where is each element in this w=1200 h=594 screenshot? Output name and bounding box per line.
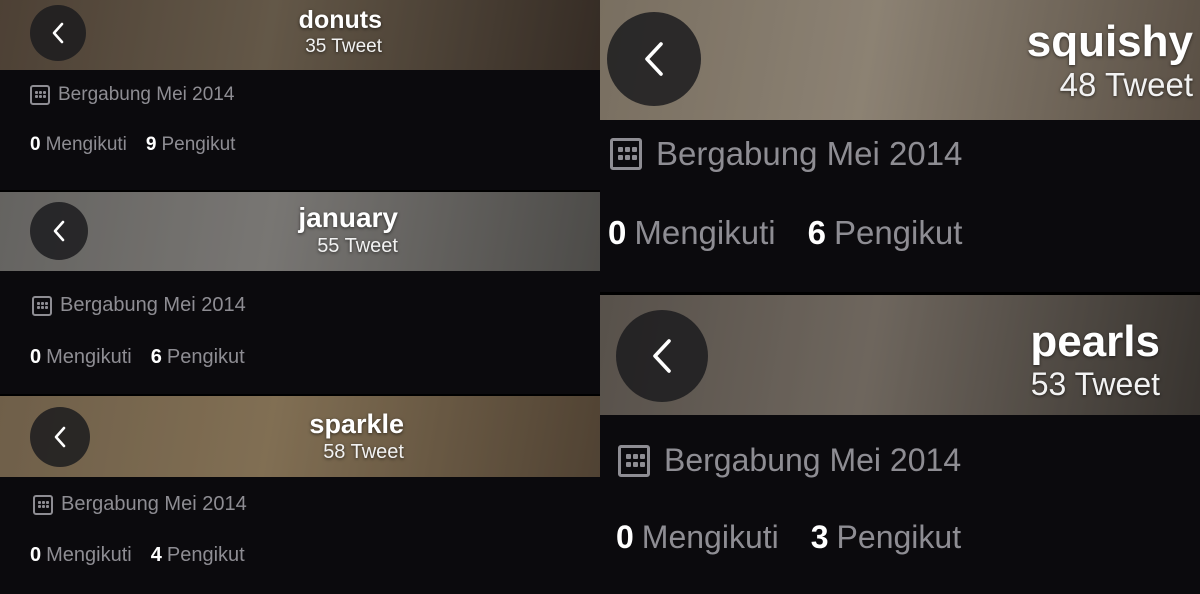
profile-name: squishy — [1026, 17, 1193, 66]
profile-card-january: january 55 Tweet Bergabung Mei 2014 0 Men… — [0, 192, 600, 394]
profile-card-squishy: squishy 48 Tweet Bergabung Mei 2014 0 Men… — [600, 0, 1200, 292]
profile-name: pearls — [1030, 317, 1160, 366]
profile-header-titles: pearls 53 Tweet — [1030, 317, 1160, 402]
joined-text: Bergabung Mei 2014 — [60, 294, 246, 316]
following-link[interactable]: 0 Mengikuti — [608, 214, 776, 252]
followers-link[interactable]: 3 Pengikut — [811, 519, 961, 556]
joined-text: Bergabung Mei 2014 — [58, 84, 235, 105]
followers-label: Pengikut — [836, 519, 962, 555]
profile-header-titles: donuts 35 Tweet — [298, 6, 382, 57]
joined-date: Bergabung Mei 2014 — [618, 442, 961, 479]
calendar-icon — [610, 138, 642, 170]
joined-text: Bergabung Mei 2014 — [656, 135, 963, 172]
followers-link[interactable]: 4 Pengikut — [151, 544, 245, 567]
followers-link[interactable]: 6 Pengikut — [808, 214, 963, 252]
follow-stats: 0 Mengikuti 9 Pengikut — [30, 134, 235, 156]
chevron-left-icon — [52, 22, 64, 44]
calendar-icon — [30, 85, 50, 105]
joined-date: Bergabung Mei 2014 — [610, 135, 962, 173]
tweet-count: 55 Tweet — [317, 235, 398, 257]
calendar-icon — [32, 295, 52, 316]
followers-label: Pengikut — [161, 134, 236, 155]
calendar-icon — [618, 444, 650, 477]
followers-label: Pengikut — [166, 544, 245, 566]
profile-header-titles: squishy 48 Tweet — [1026, 17, 1193, 103]
following-label: Mengikuti — [45, 134, 127, 155]
following-count: 0 — [30, 346, 42, 368]
back-button[interactable] — [30, 407, 90, 467]
followers-count: 4 — [150, 544, 162, 566]
profile-header-titles: sparkle 58 Tweet — [309, 409, 404, 463]
chevron-left-icon — [653, 339, 671, 373]
tweet-count: 48 Tweet — [1059, 66, 1193, 103]
following-label: Mengikuti — [634, 214, 776, 251]
tweet-count: 58 Tweet — [323, 441, 404, 463]
followers-count: 6 — [150, 346, 162, 368]
following-link[interactable]: 0 Mengikuti — [30, 544, 132, 567]
profile-name: donuts — [298, 6, 382, 34]
tweet-count: 53 Tweet — [1030, 366, 1160, 402]
following-label: Mengikuti — [46, 544, 132, 566]
back-button[interactable] — [30, 5, 86, 61]
followers-label: Pengikut — [166, 346, 245, 368]
joined-text: Bergabung Mei 2014 — [664, 442, 962, 478]
following-count: 0 — [608, 214, 627, 251]
followers-count: 9 — [145, 134, 157, 155]
followers-label: Pengikut — [833, 214, 963, 251]
chevron-left-icon — [54, 426, 66, 448]
joined-date: Bergabung Mei 2014 — [33, 493, 247, 516]
back-button[interactable] — [607, 12, 701, 106]
follow-stats: 0 Mengikuti 6 Pengikut — [30, 346, 245, 369]
profile-name: sparkle — [309, 409, 404, 439]
following-count: 0 — [30, 544, 42, 566]
profile-banner — [0, 396, 600, 477]
tweet-count: 35 Tweet — [305, 36, 382, 57]
joined-text: Bergabung Mei 2014 — [61, 493, 247, 515]
profile-card-sparkle: sparkle 58 Tweet Bergabung Mei 2014 0 Men… — [0, 396, 600, 594]
following-label: Mengikuti — [46, 346, 132, 368]
profile-header-titles: january 55 Tweet — [298, 202, 398, 257]
following-link[interactable]: 0 Mengikuti — [30, 134, 127, 156]
followers-count: 6 — [807, 214, 826, 251]
following-count: 0 — [616, 519, 634, 555]
chevron-left-icon — [53, 220, 65, 242]
following-label: Mengikuti — [641, 519, 779, 555]
chevron-left-icon — [645, 42, 663, 76]
calendar-icon — [33, 494, 53, 515]
follow-stats: 0 Mengikuti 3 Pengikut — [616, 519, 961, 556]
back-button[interactable] — [616, 310, 708, 402]
profile-card-pearls: pearls 53 Tweet Bergabung Mei 2014 0 Meng… — [600, 295, 1200, 594]
following-link[interactable]: 0 Mengikuti — [30, 346, 132, 369]
profile-card-donuts: donuts 35 Tweet Bergabung Mei 2014 0 Meng… — [0, 0, 600, 190]
joined-date: Bergabung Mei 2014 — [30, 84, 234, 106]
back-button[interactable] — [30, 202, 88, 260]
followers-link[interactable]: 6 Pengikut — [151, 346, 245, 369]
profile-name: january — [298, 202, 398, 233]
followers-count: 3 — [810, 519, 829, 555]
follow-stats: 0 Mengikuti 6 Pengikut — [608, 214, 962, 252]
followers-link[interactable]: 9 Pengikut — [146, 134, 236, 156]
follow-stats: 0 Mengikuti 4 Pengikut — [30, 544, 245, 567]
following-link[interactable]: 0 Mengikuti — [616, 519, 779, 556]
following-count: 0 — [30, 134, 41, 155]
joined-date: Bergabung Mei 2014 — [32, 294, 246, 317]
